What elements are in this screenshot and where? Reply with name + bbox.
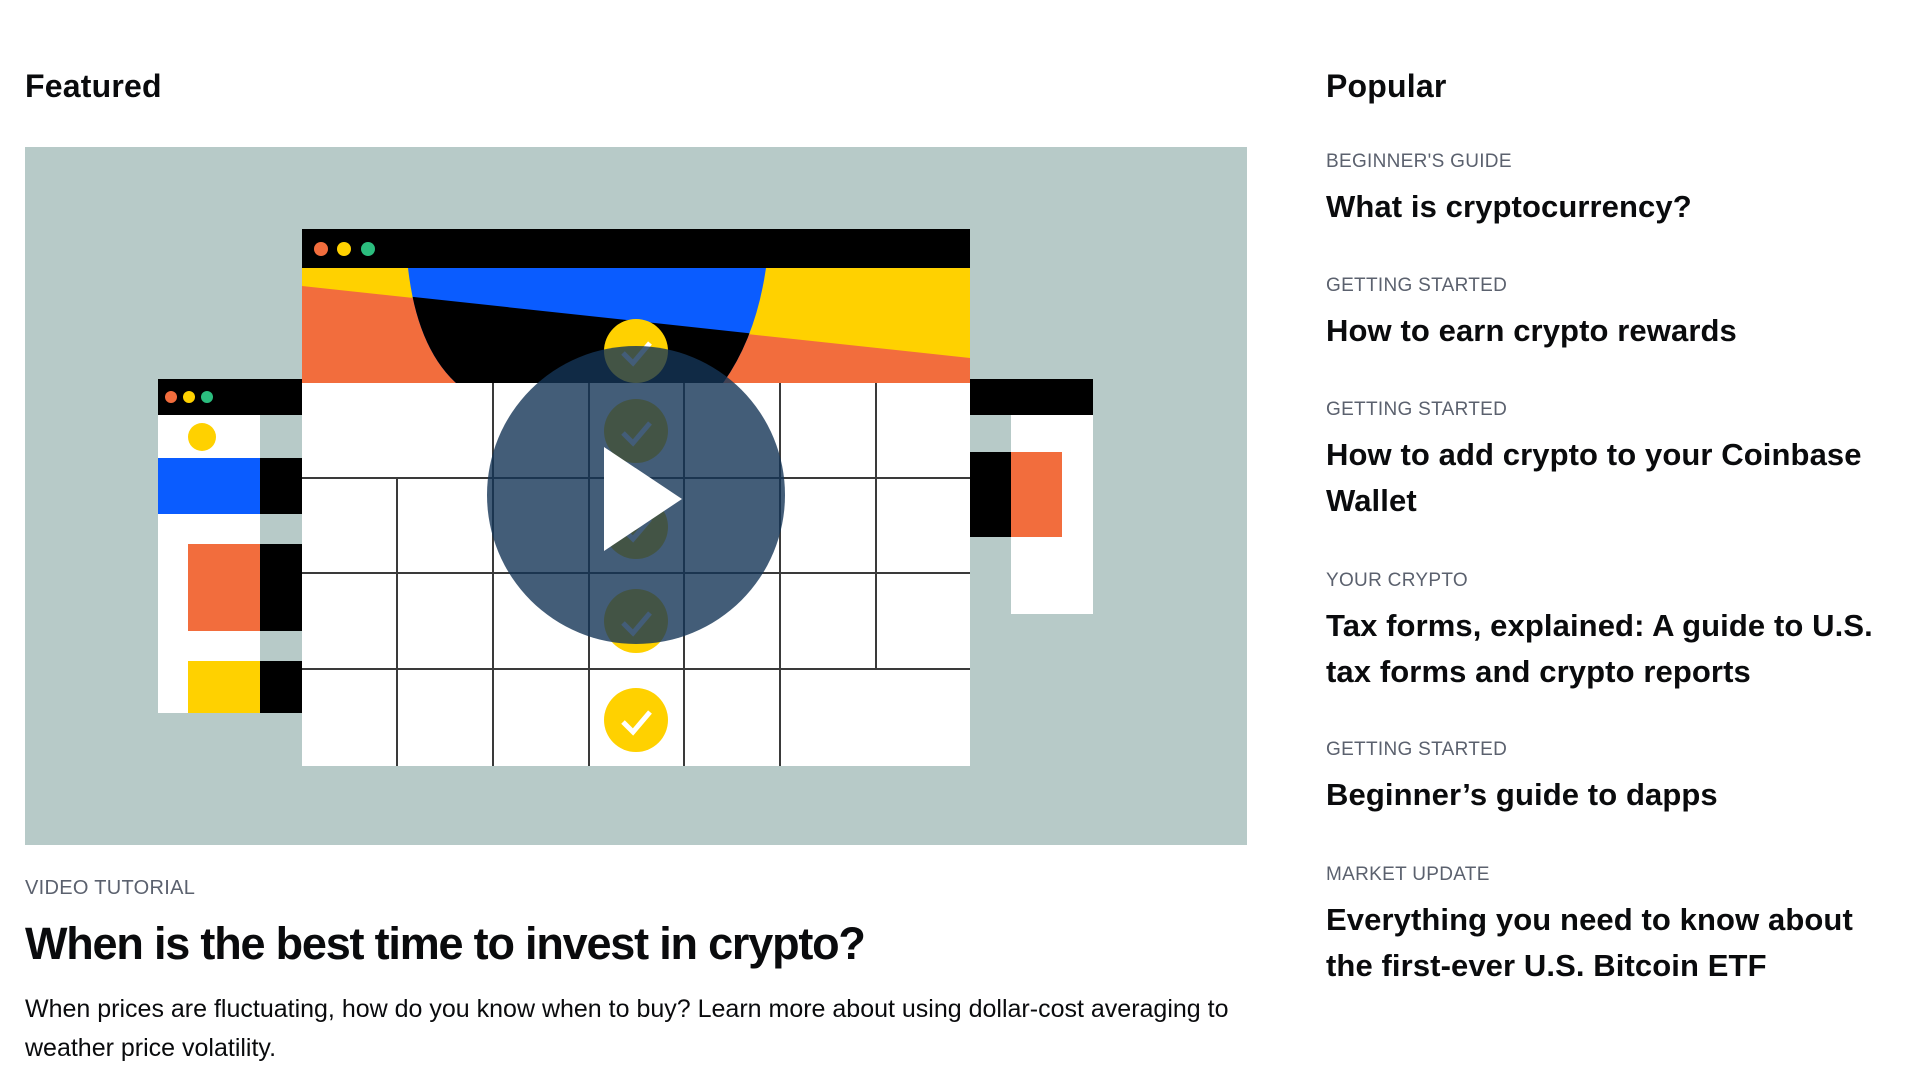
popular-item-title[interactable]: Everything you need to know about the fi… (1326, 897, 1906, 989)
popular-item[interactable]: MARKET UPDATE Everything you need to kno… (1326, 863, 1906, 989)
featured-video-thumbnail[interactable] (25, 147, 1247, 845)
play-button[interactable] (487, 346, 785, 644)
popular-item-title[interactable]: Beginner’s guide to dapps (1326, 772, 1906, 818)
popular-item[interactable]: BEGINNER'S GUIDE What is cryptocurrency? (1326, 150, 1906, 230)
popular-item-title[interactable]: Tax forms, explained: A guide to U.S. ta… (1326, 603, 1906, 695)
right-window (970, 379, 1093, 614)
popular-item[interactable]: GETTING STARTED How to add crypto to you… (1326, 398, 1906, 524)
popular-section-title: Popular (1326, 68, 1447, 104)
window-dot-green (361, 242, 375, 256)
featured-description: When prices are fluctuating, how do you … (25, 995, 1229, 1062)
window-dot-green (201, 391, 213, 403)
featured-section-title: Featured (25, 68, 162, 104)
popular-item[interactable]: GETTING STARTED Beginner’s guide to dapp… (1326, 738, 1906, 818)
featured-category: VIDEO TUTORIAL (25, 877, 196, 899)
popular-item[interactable]: YOUR CRYPTO Tax forms, explained: A guid… (1326, 569, 1906, 695)
popular-item-title[interactable]: How to add crypto to your Coinbase Walle… (1326, 432, 1906, 524)
window-dot-red (314, 242, 328, 256)
popular-item-category: BEGINNER'S GUIDE (1326, 151, 1512, 172)
illustration (158, 229, 1093, 766)
featured-headline-link[interactable]: When is the best time to invest in crypt… (25, 914, 866, 974)
window-dot-red (165, 391, 177, 403)
popular-item-title[interactable]: What is cryptocurrency? (1326, 184, 1906, 230)
window-dot-yellow (337, 242, 351, 256)
popular-item-category: GETTING STARTED (1326, 399, 1508, 420)
popular-item[interactable]: GETTING STARTED How to earn crypto rewar… (1326, 274, 1906, 354)
popular-item-category: MARKET UPDATE (1326, 864, 1490, 885)
popular-item-category: GETTING STARTED (1326, 739, 1508, 760)
popular-item-category: GETTING STARTED (1326, 275, 1508, 296)
window-dot-yellow (183, 391, 195, 403)
popular-item-title[interactable]: How to earn crypto rewards (1326, 308, 1906, 354)
check-circle-icon (604, 688, 668, 752)
popular-item-category: YOUR CRYPTO (1326, 570, 1468, 591)
left-window (158, 379, 302, 713)
